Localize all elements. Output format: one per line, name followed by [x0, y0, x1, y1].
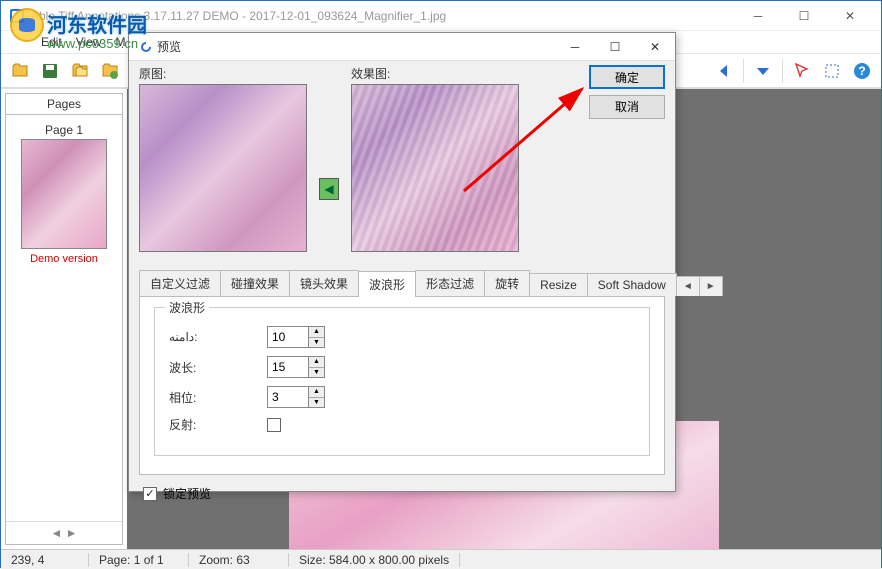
tab-rotate[interactable]: 旋转 — [484, 270, 530, 296]
spin-up-icon[interactable]: ▲ — [309, 327, 324, 338]
app-icon — [9, 8, 25, 24]
wave-group: 波浪形 دامنه: ▲▼ 波长: ▲▼ — [154, 307, 650, 456]
cursor-icon[interactable] — [789, 58, 815, 84]
close-button[interactable]: ✕ — [827, 1, 873, 31]
select-icon[interactable] — [819, 58, 845, 84]
titlebar: Able Tiff Annotations 3.17.11.27 DEMO - … — [1, 1, 881, 31]
window-controls: ─ ☐ ✕ — [735, 1, 873, 31]
spin-down-icon[interactable]: ▼ — [309, 338, 324, 348]
spin-up-icon[interactable]: ▲ — [309, 357, 324, 368]
wavelength-input[interactable] — [268, 357, 308, 377]
tab-scroll-left[interactable]: ◄ — [676, 276, 700, 296]
thumbnail-image — [21, 139, 107, 249]
spin-up-icon[interactable]: ▲ — [309, 387, 324, 398]
status-size: Size: 584.00 x 800.00 pixels — [289, 553, 460, 567]
amplitude-label: دامنه: — [169, 330, 259, 344]
original-label: 原图: — [139, 65, 307, 82]
minimize-button[interactable]: ─ — [735, 1, 781, 31]
status-coords: 239, 4 — [1, 553, 89, 567]
tab-scroll-right[interactable]: ► — [699, 276, 723, 296]
refresh-icon — [139, 40, 153, 54]
arrow-left-icon[interactable] — [711, 58, 737, 84]
ok-button[interactable]: 确定 — [589, 65, 665, 89]
svg-text:?: ? — [858, 64, 865, 78]
pages-sidebar: Pages Page 1 Demo version ◄ ► — [5, 93, 123, 545]
wavelength-label: 波长: — [169, 359, 259, 376]
menu-edit[interactable]: Edit — [41, 35, 62, 49]
dialog-preview-label: 预览 — [157, 38, 181, 55]
help-icon[interactable]: ? — [849, 58, 875, 84]
dialog-body: 原图: ◀ 效果图: 确定 取消 自定义过滤 碰撞效果 镜头效果 波浪形 形态过 — [129, 61, 675, 512]
cancel-button[interactable]: 取消 — [589, 95, 665, 119]
tab-lens[interactable]: 镜头效果 — [289, 270, 359, 296]
original-image — [139, 84, 307, 252]
status-zoom: Zoom: 63 — [189, 553, 289, 567]
open-icon[interactable] — [7, 58, 33, 84]
page-label: Page 1 — [19, 123, 109, 137]
amplitude-spinner[interactable]: ▲▼ — [267, 326, 325, 348]
tab-bump[interactable]: 碰撞效果 — [220, 270, 290, 296]
dialog-titlebar: 预览 ─ ☐ ✕ — [129, 33, 675, 61]
menu-m[interactable]: M — [115, 35, 125, 49]
sidebar-scroll[interactable]: ◄ ► — [6, 521, 122, 544]
tab-morph[interactable]: 形态过滤 — [415, 270, 485, 296]
tab-custom-filter[interactable]: 自定义过滤 — [139, 270, 221, 296]
save-icon[interactable] — [37, 58, 63, 84]
maximize-button[interactable]: ☐ — [781, 1, 827, 31]
lock-preview-label: 锁定预览 — [163, 485, 211, 502]
effect-label: 效果图: — [351, 65, 519, 82]
demo-version-label: Demo version — [19, 253, 109, 265]
dialog-minimize-button[interactable]: ─ — [555, 33, 595, 61]
amplitude-input[interactable] — [268, 327, 308, 347]
phase-input[interactable] — [268, 387, 308, 407]
status-page: Page: 1 of 1 — [89, 553, 189, 567]
phase-spinner[interactable]: ▲▼ — [267, 386, 325, 408]
toolbar-separator — [743, 59, 744, 83]
toolbar-separator — [782, 59, 783, 83]
page-thumbnail[interactable]: Page 1 Demo version — [19, 123, 109, 265]
arrow-left-icon[interactable]: ◀ — [319, 178, 339, 200]
lock-preview-checkbox[interactable] — [143, 487, 157, 501]
spin-down-icon[interactable]: ▼ — [309, 398, 324, 408]
reflect-label: 反射: — [169, 416, 259, 433]
window-title: Able Tiff Annotations 3.17.11.27 DEMO - … — [31, 9, 735, 23]
filter-dialog: 预览 ─ ☐ ✕ 原图: ◀ 效果图: 确定 取消 — [128, 32, 676, 492]
save-as-icon[interactable] — [97, 58, 123, 84]
dialog-maximize-button[interactable]: ☐ — [595, 33, 635, 61]
statusbar: 239, 4 Page: 1 of 1 Zoom: 63 Size: 584.0… — [1, 549, 881, 569]
effect-image — [351, 84, 519, 252]
main-window: Able Tiff Annotations 3.17.11.27 DEMO - … — [0, 0, 882, 568]
group-legend: 波浪形 — [165, 299, 209, 316]
tab-wave[interactable]: 波浪形 — [358, 271, 416, 297]
tab-soft-shadow[interactable]: Soft Shadow — [587, 273, 677, 296]
wavelength-spinner[interactable]: ▲▼ — [267, 356, 325, 378]
dialog-close-button[interactable]: ✕ — [635, 33, 675, 61]
pages-title: Pages — [6, 94, 122, 115]
save-all-icon[interactable] — [67, 58, 93, 84]
phase-label: 相位: — [169, 389, 259, 406]
menu-view[interactable]: View — [76, 35, 102, 49]
filter-tabs: 自定义过滤 碰撞效果 镜头效果 波浪形 形态过滤 旋转 Resize Soft … — [139, 270, 665, 297]
tab-panel-wave: 波浪形 دامنه: ▲▼ 波长: ▲▼ — [139, 297, 665, 475]
arrow-down-icon[interactable] — [750, 58, 776, 84]
reflect-checkbox[interactable] — [267, 418, 281, 432]
spin-down-icon[interactable]: ▼ — [309, 368, 324, 378]
tab-resize[interactable]: Resize — [529, 273, 588, 296]
